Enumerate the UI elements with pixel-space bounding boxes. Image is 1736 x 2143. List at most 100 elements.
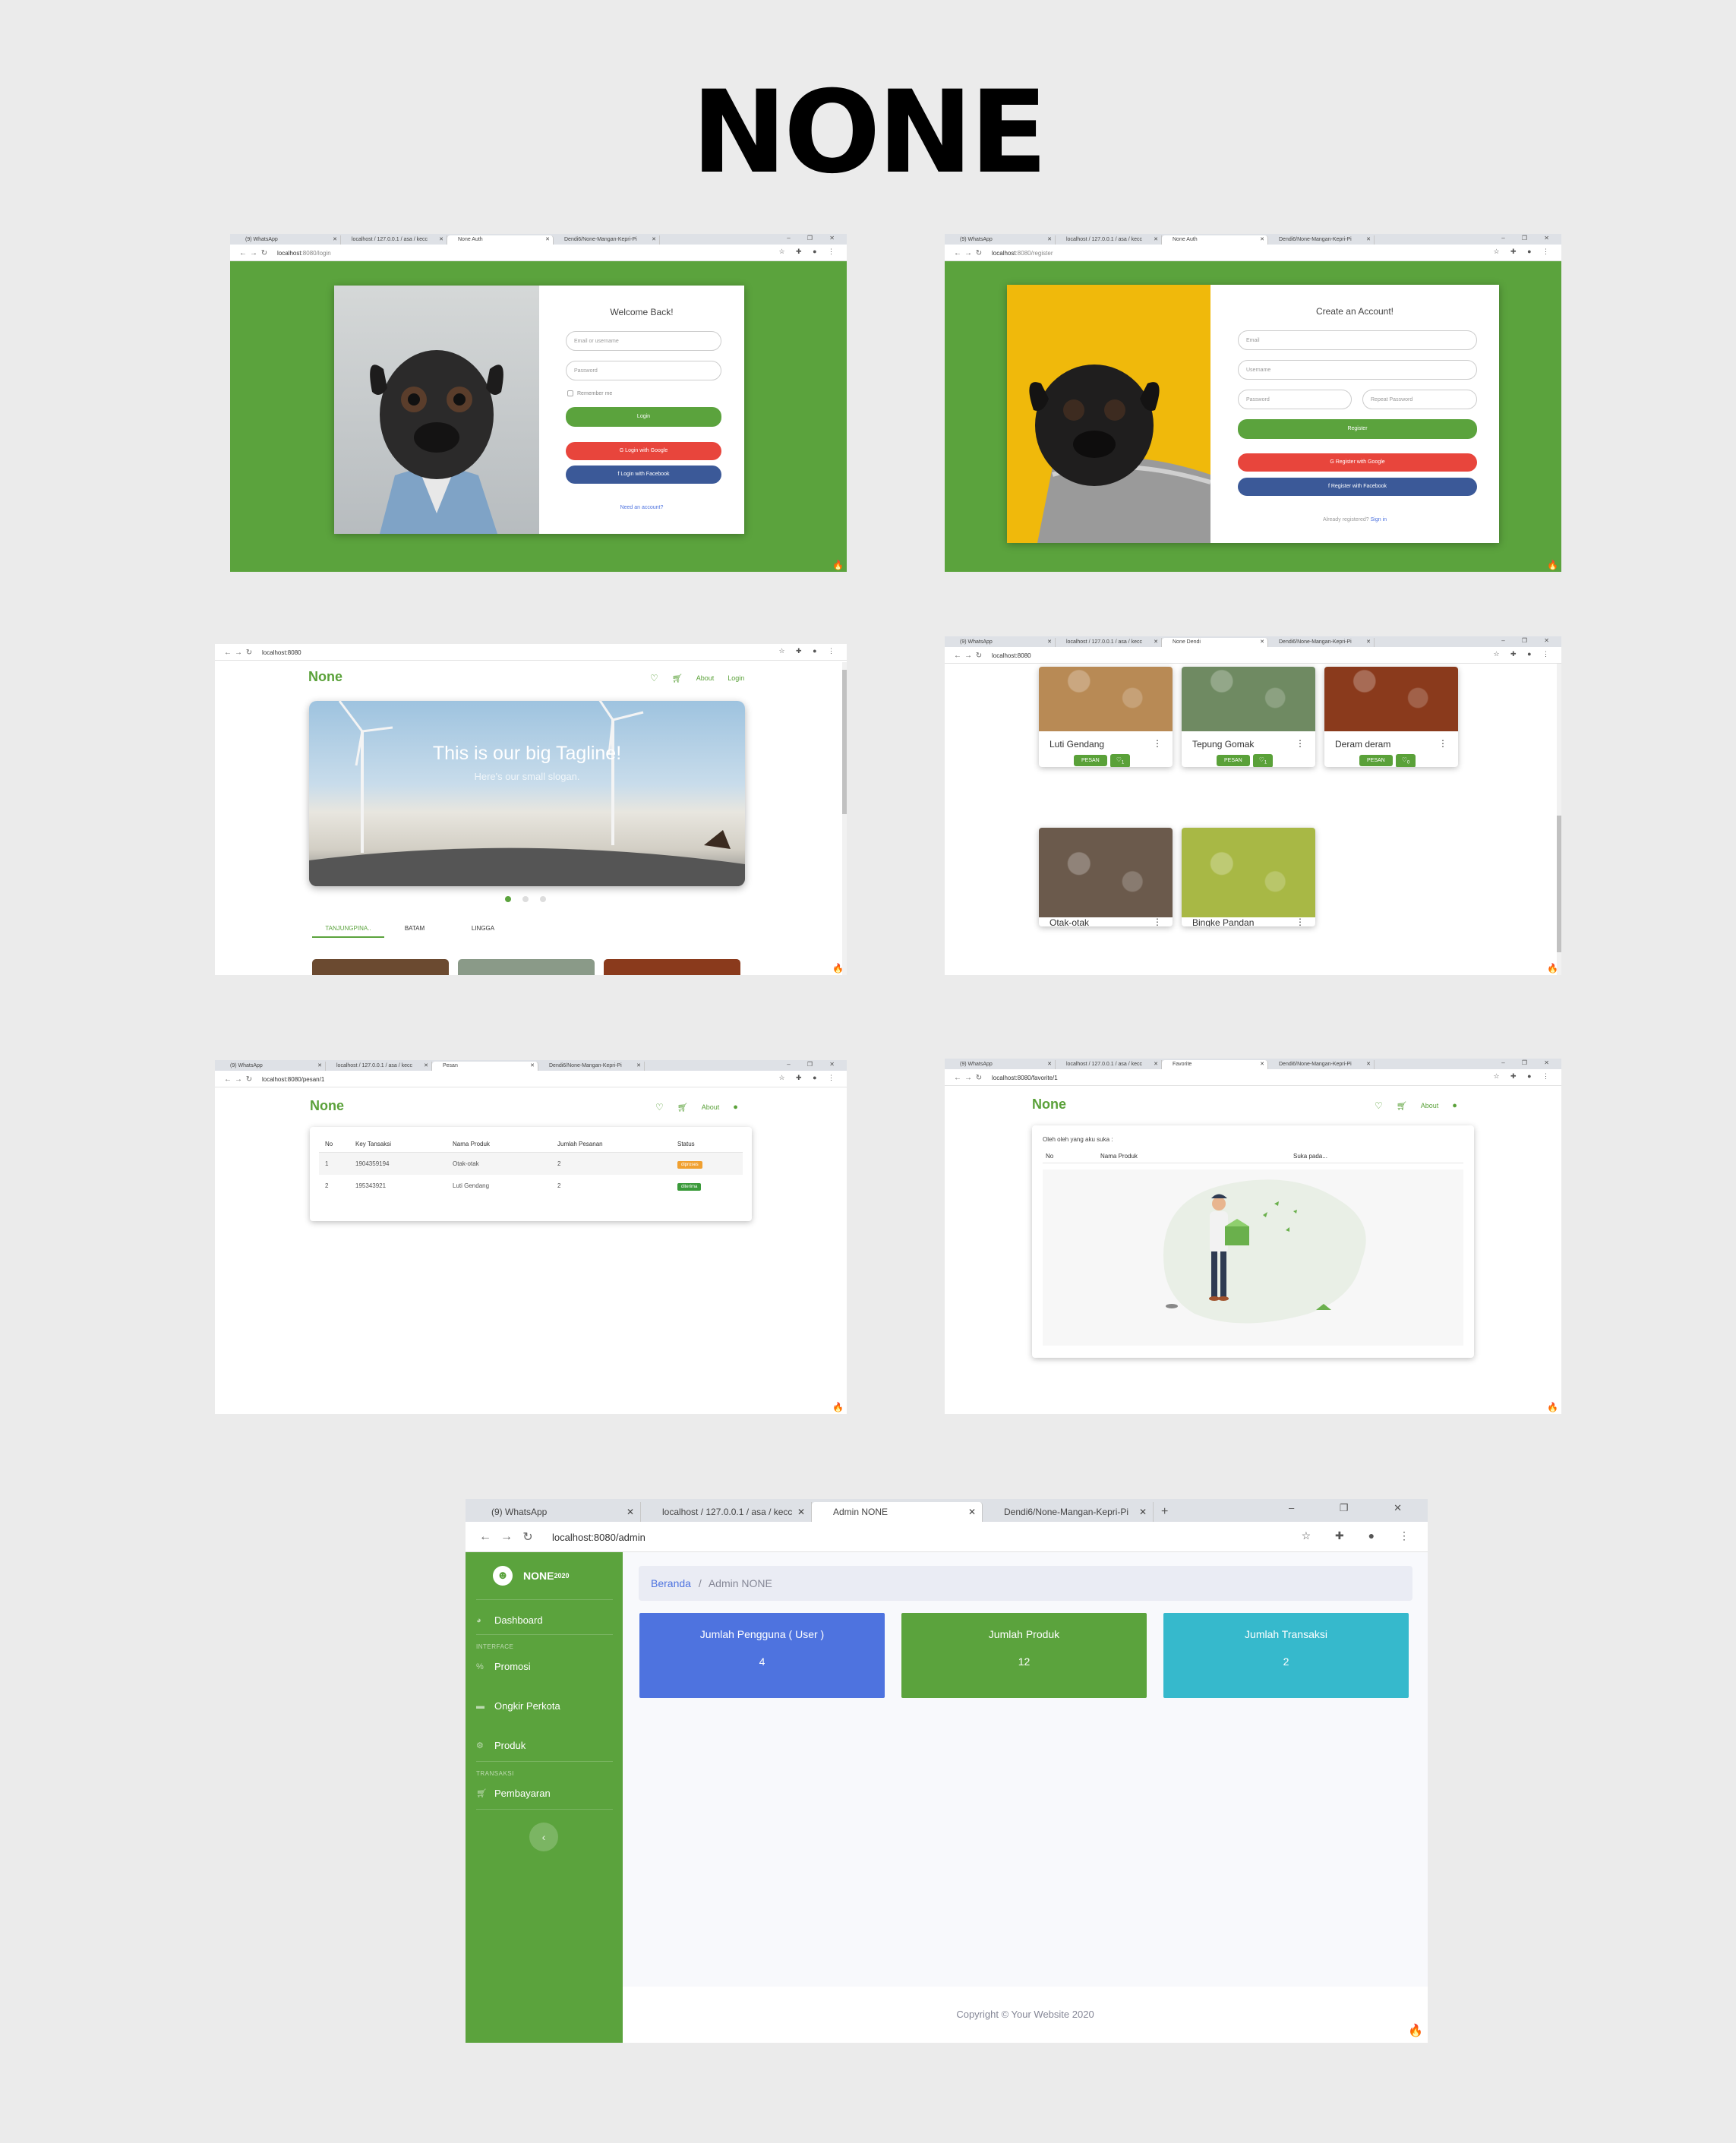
- like-button[interactable]: ♡1: [1252, 754, 1274, 767]
- product-card[interactable]: Deram deram ⋮ PESAN ♡0: [1324, 667, 1458, 767]
- back-icon[interactable]: ←: [952, 249, 963, 257]
- tab-tanjungpinang[interactable]: TANJUNGPINA..: [312, 925, 384, 938]
- forward-icon[interactable]: →: [496, 1530, 517, 1544]
- register-button[interactable]: Register: [1238, 419, 1477, 439]
- sidebar-item-ongkir[interactable]: ▬ Ongkir Perkota: [466, 1700, 560, 1712]
- hero-carousel[interactable]: This is our big Tagline! Here's our smal…: [309, 701, 745, 886]
- carousel-indicators[interactable]: [505, 896, 546, 902]
- back-icon[interactable]: ←: [952, 652, 963, 660]
- product-thumb[interactable]: [312, 959, 449, 975]
- window-controls[interactable]: – ❐ ✕: [1289, 1502, 1423, 1514]
- password-input[interactable]: Password: [566, 361, 721, 380]
- facebook-register-button[interactable]: f Register with Facebook: [1238, 478, 1477, 496]
- indicator-dot[interactable]: [540, 896, 546, 902]
- reload-icon[interactable]: ↻: [259, 249, 270, 257]
- window-controls[interactable]: – ❐ ✕: [1501, 1059, 1557, 1066]
- address-bar[interactable]: ← → ↻ localhost:8080/admin ☆ ✚ ● ⋮: [466, 1522, 1428, 1552]
- pesan-button[interactable]: PESAN: [1217, 755, 1250, 766]
- username-input[interactable]: Username: [1238, 360, 1477, 380]
- tab-github[interactable]: Dendi6/None-Mangan-Kepri-Pi ✕: [1268, 1060, 1375, 1069]
- login-button[interactable]: Login: [566, 407, 721, 427]
- site-brand[interactable]: None: [310, 1098, 344, 1114]
- tab-whatsapp[interactable]: (9) WhatsApp ✕: [235, 235, 341, 245]
- back-icon[interactable]: ←: [223, 649, 233, 657]
- tab-whatsapp[interactable]: (9) WhatsApp ✕: [219, 1062, 326, 1071]
- address-bar[interactable]: ← → ↻ localhost:8080 ☆ ✚ ● ⋮: [945, 647, 1561, 664]
- tab-whatsapp[interactable]: (9) WhatsApp ✕: [949, 638, 1056, 647]
- forward-icon[interactable]: →: [233, 649, 244, 657]
- breadcrumb-home[interactable]: Beranda: [651, 1577, 691, 1589]
- url-text[interactable]: localhost:8080: [262, 649, 301, 656]
- url-text[interactable]: localhost:8080/favorite/1: [992, 1075, 1058, 1081]
- heart-icon[interactable]: ♡: [650, 673, 658, 683]
- repeat-password-input[interactable]: Repeat Password: [1362, 390, 1477, 409]
- url-text[interactable]: localhost:8080/admin: [552, 1532, 645, 1543]
- sidebar-item-dashboard[interactable]: ◕ Dashboard: [466, 1614, 543, 1626]
- tab-github[interactable]: Dendi6/None-Mangan-Kepri-Pi ✕: [554, 235, 660, 245]
- product-image[interactable]: [1039, 667, 1173, 731]
- tab-localhost[interactable]: localhost / 127.0.0.1 / asa / kecc ✕: [1056, 1060, 1162, 1069]
- back-icon[interactable]: ←: [952, 1074, 963, 1082]
- sidebar-item-pembayaran[interactable]: 🛒︎ Pembayaran: [466, 1788, 551, 1799]
- product-image[interactable]: [1182, 667, 1315, 731]
- scrollbar[interactable]: [842, 662, 847, 975]
- reload-icon[interactable]: ↻: [244, 649, 254, 657]
- back-icon[interactable]: ←: [238, 249, 248, 257]
- product-card[interactable]: Luti Gendang ⋮ PESAN ♡1: [1039, 667, 1173, 767]
- tab-admin[interactable]: Admin NONE ✕: [812, 1502, 983, 1522]
- sidebar-brand[interactable]: ☻ NONE 2020: [493, 1566, 569, 1586]
- product-image[interactable]: [1039, 828, 1173, 917]
- indicator-dot[interactable]: [522, 896, 529, 902]
- tab-localhost[interactable]: localhost / 127.0.0.1 / asa / kecc ✕: [1056, 638, 1162, 647]
- url-text[interactable]: localhost:8080/pesan/1: [262, 1076, 324, 1083]
- cart-icon[interactable]: 🛒︎: [672, 674, 683, 683]
- product-image[interactable]: [1182, 828, 1315, 917]
- reload-icon[interactable]: ↻: [974, 652, 984, 660]
- nav-about[interactable]: About: [702, 1103, 720, 1111]
- indicator-dot[interactable]: [505, 896, 511, 902]
- forward-icon[interactable]: →: [963, 1074, 974, 1082]
- nav-login[interactable]: Login: [728, 674, 744, 682]
- url-text[interactable]: localhost:8080: [992, 652, 1031, 659]
- site-brand[interactable]: None: [1032, 1097, 1066, 1113]
- tab-localhost[interactable]: localhost / 127.0.0.1 / asa / kecc ✕: [341, 235, 447, 245]
- sidebar-item-produk[interactable]: ⚙ Produk: [466, 1740, 526, 1751]
- tab-whatsapp[interactable]: (9) WhatsApp ✕: [949, 1060, 1056, 1069]
- window-controls[interactable]: – ❐ ✕: [1501, 235, 1557, 241]
- tab-localhost[interactable]: localhost / 127.0.0.1 / asa / kecc ✕: [1056, 235, 1162, 245]
- toolbar-icons[interactable]: ☆ ✚ ● ⋮: [1493, 650, 1554, 658]
- address-bar[interactable]: ← → ↻ localhost:8080/register ☆ ✚ ● ⋮: [945, 245, 1561, 261]
- scrollbar[interactable]: [1557, 664, 1561, 975]
- sidebar-toggle-button[interactable]: ‹: [529, 1823, 558, 1851]
- tab-none-auth[interactable]: None Auth ✕: [1162, 235, 1268, 245]
- tab-whatsapp[interactable]: (9) WhatsApp ✕: [470, 1502, 641, 1522]
- stat-card[interactable]: Jumlah Pengguna ( User ) 4: [639, 1613, 885, 1698]
- remember-checkbox[interactable]: Remember me: [567, 390, 612, 396]
- url-text[interactable]: localhost:8080/login: [277, 250, 331, 257]
- reload-icon[interactable]: ↻: [974, 1074, 984, 1082]
- forward-icon[interactable]: →: [248, 249, 259, 257]
- toolbar-icons[interactable]: ☆ ✚ ● ⋮: [778, 248, 839, 256]
- reload-icon[interactable]: ↻: [517, 1529, 538, 1545]
- more-menu-icon[interactable]: ⋮: [1438, 738, 1447, 749]
- email-input[interactable]: Email or username: [566, 331, 721, 351]
- tab-github[interactable]: Dendi6/None-Mangan-Kepri-Pi ✕: [983, 1502, 1154, 1522]
- heart-icon[interactable]: ♡: [655, 1102, 664, 1113]
- tab-github[interactable]: Dendi6/None-Mangan-Kepri-Pi ✕: [1268, 235, 1375, 245]
- product-thumb[interactable]: [458, 959, 595, 975]
- tab-whatsapp[interactable]: (9) WhatsApp ✕: [949, 235, 1056, 245]
- nav-about[interactable]: About: [1421, 1102, 1439, 1109]
- window-controls[interactable]: – ❐ ✕: [787, 1061, 842, 1068]
- nav-about[interactable]: About: [696, 674, 715, 682]
- tab-github[interactable]: Dendi6/None-Mangan-Kepri-Pi ✕: [538, 1062, 645, 1071]
- tab-github[interactable]: Dendi6/None-Mangan-Kepri-Pi ✕: [1268, 638, 1375, 647]
- stat-card[interactable]: Jumlah Produk 12: [901, 1613, 1147, 1698]
- signin-link[interactable]: Sign in: [1371, 517, 1387, 522]
- google-login-button[interactable]: G Login with Google: [566, 442, 721, 460]
- back-icon[interactable]: ←: [475, 1530, 496, 1544]
- tab-none-dendi[interactable]: None Dendi ✕: [1162, 638, 1268, 647]
- toolbar-icons[interactable]: ☆ ✚ ● ⋮: [1493, 1072, 1554, 1081]
- tab-pesan[interactable]: Pesan ✕: [432, 1062, 538, 1071]
- heart-icon[interactable]: ♡: [1375, 1100, 1383, 1111]
- product-card[interactable]: Bingke Pandan⋮PESAN♡0: [1182, 828, 1315, 926]
